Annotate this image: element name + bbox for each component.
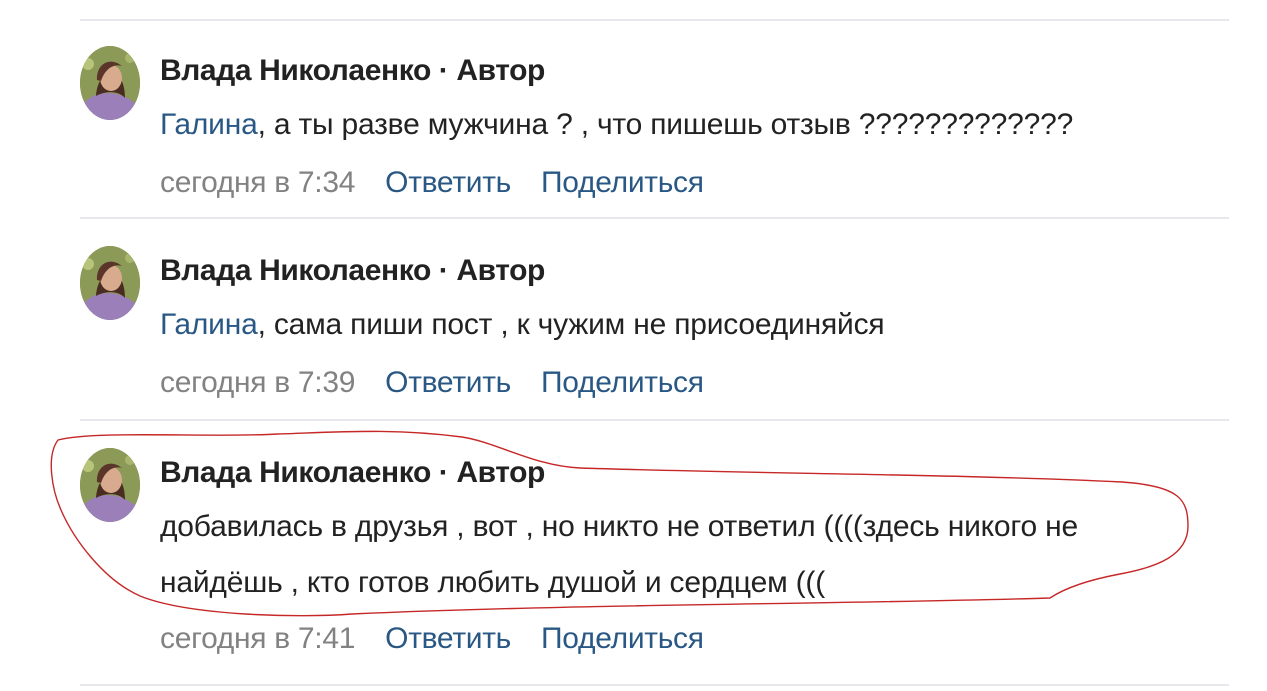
reply-button[interactable]: Ответить xyxy=(385,622,511,655)
comment-author[interactable]: Влада Николаенко · Автор xyxy=(160,456,545,490)
comment-timestamp[interactable]: сегодня в 7:34 xyxy=(160,166,355,199)
mentioned-user-link[interactable]: Галина xyxy=(160,308,258,341)
comment-author[interactable]: Влада Николаенко · Автор xyxy=(160,254,545,288)
comment-timestamp[interactable]: сегодня в 7:41 xyxy=(160,622,355,655)
comment-message: , сама пиши пост , к чужим не присоединя… xyxy=(257,308,885,341)
reply-button[interactable]: Ответить xyxy=(385,366,511,399)
comment-divider-bottom xyxy=(80,684,1229,686)
comment-divider xyxy=(80,217,1229,219)
comment-meta: сегодня в 7:39 Ответить Поделиться xyxy=(160,366,726,400)
comment-timestamp[interactable]: сегодня в 7:39 xyxy=(160,366,355,399)
comment-message: , а ты разве мужчина ? , что пишешь отзы… xyxy=(257,108,1074,141)
reply-button[interactable]: Ответить xyxy=(385,166,511,199)
share-button[interactable]: Поделиться xyxy=(541,366,704,399)
comment-meta: сегодня в 7:34 Ответить Поделиться xyxy=(160,166,726,200)
comment-message-line: найдёшь , кто готов любить душой и сердц… xyxy=(160,566,825,599)
share-button[interactable]: Поделиться xyxy=(541,622,704,655)
comment-text: Галина, а ты разве мужчина ? , что пишеш… xyxy=(160,108,1073,142)
author-avatar[interactable] xyxy=(80,448,140,522)
comment-text: Галина, сама пиши пост , к чужим не прис… xyxy=(160,308,885,342)
mentioned-user-link[interactable]: Галина xyxy=(160,108,258,141)
comment-message-line: добавилась в друзья , вот , но никто не … xyxy=(160,510,1078,543)
author-avatar[interactable] xyxy=(80,246,140,320)
comment-divider-top xyxy=(80,19,1229,21)
share-button[interactable]: Поделиться xyxy=(541,166,704,199)
author-avatar[interactable] xyxy=(80,46,140,120)
comment-divider xyxy=(80,419,1229,421)
comment-author[interactable]: Влада Николаенко · Автор xyxy=(160,54,545,88)
comment-meta: сегодня в 7:41 Ответить Поделиться xyxy=(160,622,726,656)
